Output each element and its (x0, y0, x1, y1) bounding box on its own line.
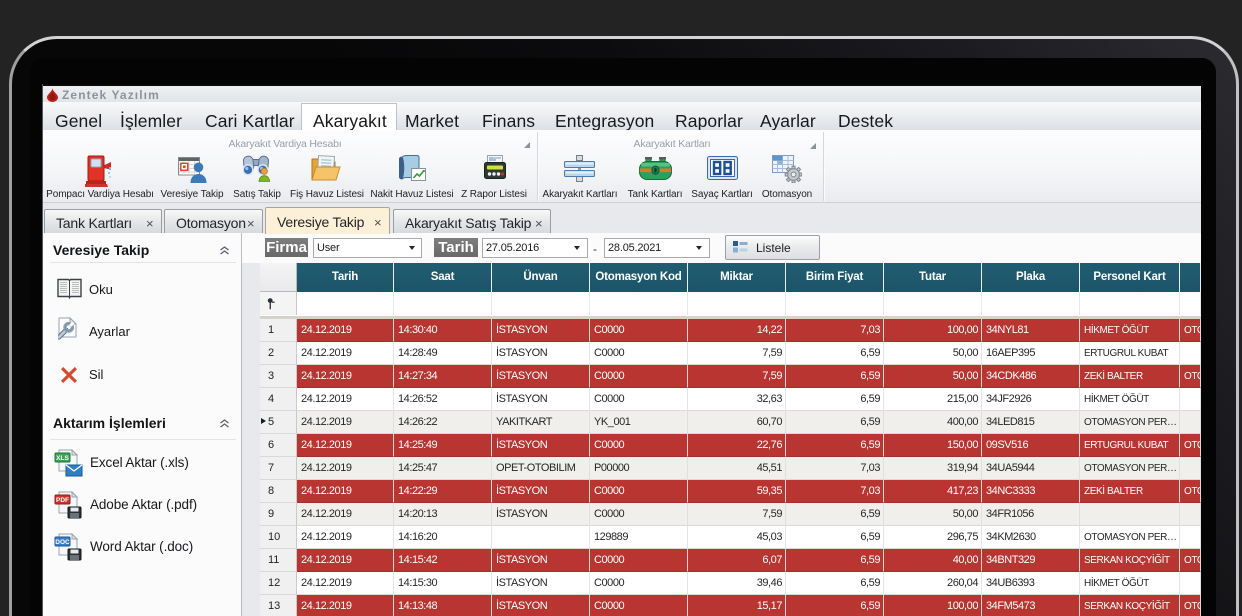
svg-text:PDF: PDF (56, 497, 69, 504)
svg-text:DOC: DOC (55, 539, 70, 546)
svg-text:XLS: XLS (56, 455, 69, 462)
